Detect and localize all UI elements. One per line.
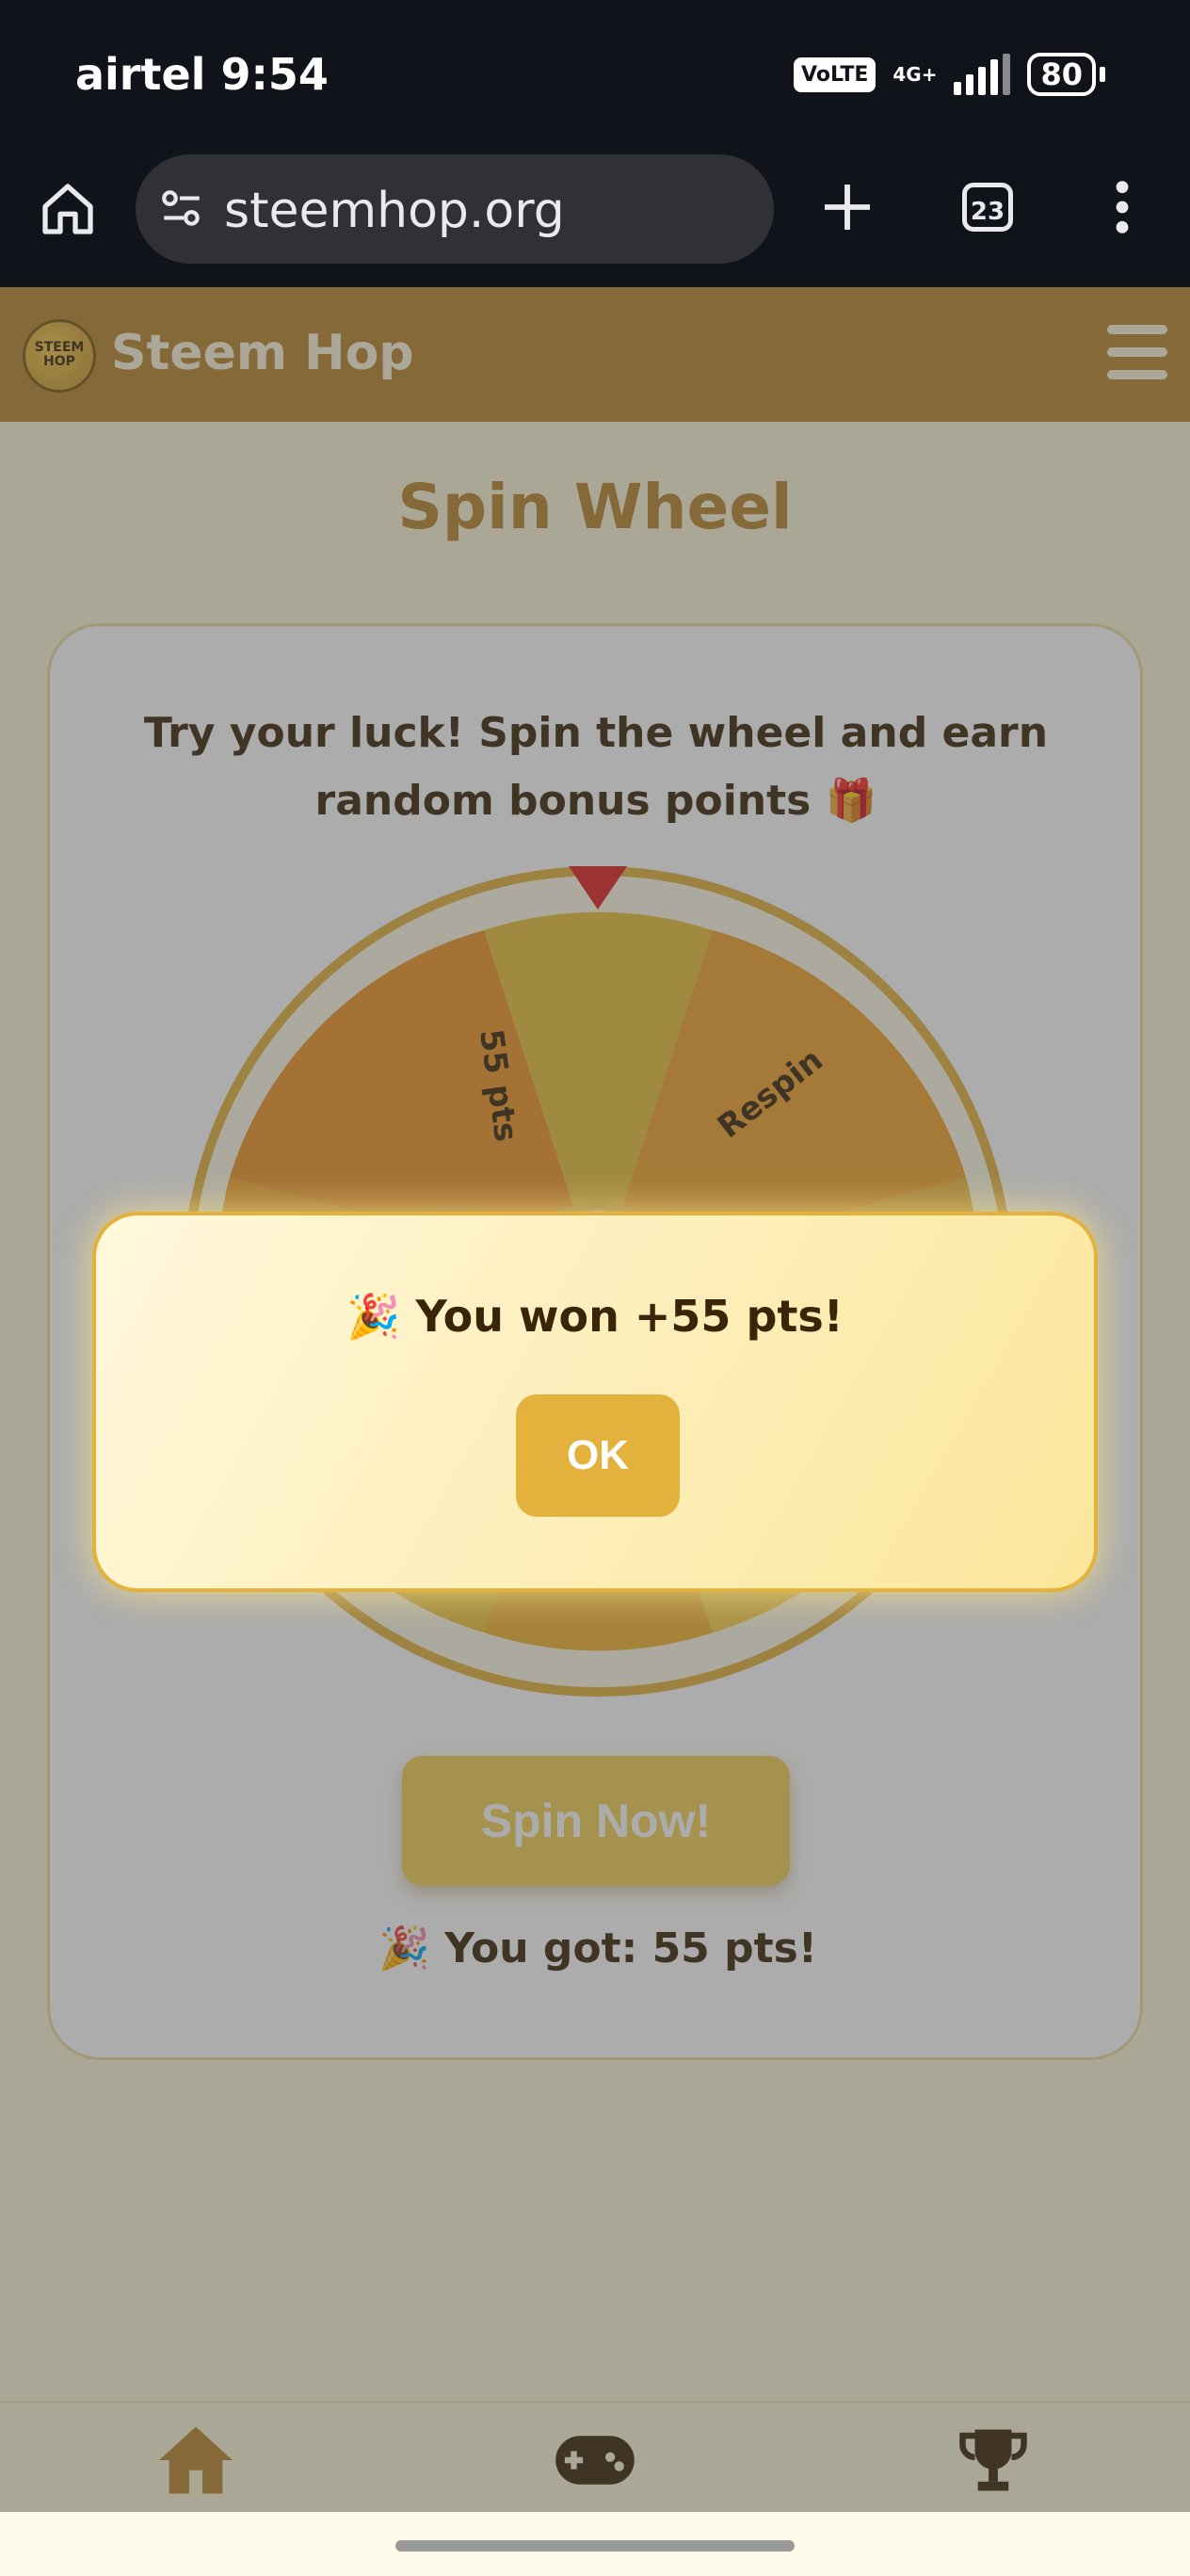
- battery-icon: [1100, 67, 1105, 82]
- site-settings-icon[interactable]: [158, 185, 205, 232]
- home-icon[interactable]: [38, 179, 98, 239]
- ok-button[interactable]: OK: [516, 1394, 680, 1517]
- address-bar[interactable]: steemhop.org: [136, 154, 774, 264]
- browser-toolbar: steemhop.org 23: [0, 151, 1190, 287]
- battery-level: 80: [1027, 53, 1096, 96]
- status-icons: VoLTE 4G+ 80: [794, 53, 1105, 96]
- plus-icon[interactable]: [817, 177, 877, 237]
- carrier-time: airtel 9:54: [75, 49, 329, 100]
- url-text: steemhop.org: [224, 183, 565, 239]
- home-gesture-pill[interactable]: [395, 2540, 795, 2552]
- signal-icon: [954, 54, 1011, 95]
- more-vert-icon[interactable]: [1105, 177, 1139, 237]
- win-message: 🎉 You won +55 pts!: [346, 1291, 844, 1342]
- gesture-bar: [0, 2512, 1190, 2576]
- volte-badge: VoLTE: [794, 56, 876, 92]
- network-type: 4G+: [892, 63, 938, 86]
- status-bar: airtel 9:54 VoLTE 4G+ 80: [0, 0, 1190, 151]
- win-modal: 🎉 You won +55 pts! OK: [92, 1212, 1098, 1592]
- tabs-button[interactable]: 23: [962, 183, 1013, 232]
